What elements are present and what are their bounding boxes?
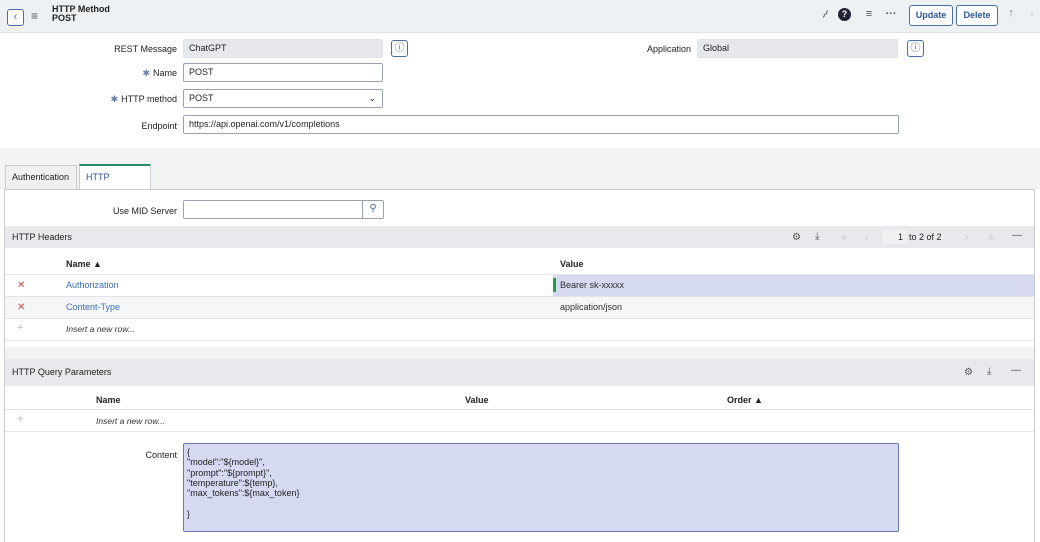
- name-field[interactable]: POST: [183, 63, 383, 82]
- last-page-icon[interactable]: »: [988, 232, 994, 243]
- insert-row-text: Insert a new row...: [66, 324, 135, 334]
- edit-indicator: [553, 278, 556, 292]
- http-headers-title: HTTP Headers: [5, 226, 1034, 248]
- rest-message-field[interactable]: ChatGPT: [183, 39, 383, 58]
- header-value-cell[interactable]: Bearer sk-xxxxx: [553, 275, 1034, 296]
- chevron-left-icon: ‹: [13, 11, 18, 23]
- header-name-link[interactable]: Content-Type: [66, 302, 120, 312]
- content-label: Content: [145, 450, 177, 460]
- back-button[interactable]: ‹: [7, 9, 24, 26]
- application-label: Application: [646, 44, 691, 54]
- delete-row-icon[interactable]: ✕: [17, 302, 25, 313]
- list-settings-icon[interactable]: ⚙: [964, 367, 973, 378]
- download-icon[interactable]: ⤓: [987, 366, 991, 377]
- required-icon: ✱: [110, 94, 119, 104]
- column-header-value[interactable]: Value: [560, 259, 584, 269]
- previous-page-icon[interactable]: ‹: [865, 232, 868, 243]
- endpoint-field[interactable]: https://api.openai.com/v1/completions: [183, 115, 899, 134]
- header-name-link[interactable]: Authorization: [66, 280, 119, 290]
- use-mid-server-field[interactable]: [183, 200, 363, 219]
- search-icon: ⚲: [369, 203, 377, 214]
- collapse-icon[interactable]: —: [1012, 230, 1022, 241]
- download-icon[interactable]: ⤓: [815, 231, 819, 242]
- column-header-name[interactable]: Name: [96, 395, 121, 405]
- use-mid-server-label: Use MID Server: [112, 206, 177, 216]
- arrow-down-icon[interactable]: ↓: [1024, 7, 1040, 19]
- rest-message-info-button[interactable]: ⓘ: [391, 40, 408, 57]
- insert-row-text: Insert a new row...: [96, 416, 165, 426]
- collapse-icon[interactable]: —: [1011, 365, 1021, 376]
- application-field[interactable]: Global: [697, 39, 898, 58]
- http-method-value: POST: [189, 93, 214, 103]
- endpoint-label: Endpoint: [141, 121, 177, 131]
- divider: [5, 340, 1034, 341]
- pagination-text: to 2 of 2: [909, 232, 942, 242]
- column-header-order[interactable]: Order ▲: [727, 395, 763, 405]
- more-options-icon[interactable]: ···: [883, 8, 899, 20]
- insert-row[interactable]: + Insert a new row...: [5, 410, 1034, 431]
- column-header-name[interactable]: Name ▲: [66, 259, 102, 269]
- plus-icon: +: [17, 322, 24, 334]
- delete-row-icon[interactable]: ✕: [17, 280, 25, 291]
- http-method-label: ✱ HTTP method: [110, 94, 177, 104]
- http-query-parameters-title: HTTP Query Parameters: [5, 359, 1034, 386]
- tab-strip: [0, 156, 1040, 189]
- divider: [5, 431, 1034, 432]
- context-menu-icon[interactable]: ≡: [31, 9, 38, 23]
- table-row: ✕ Authorization Bearer sk-xxxxx: [5, 275, 1034, 296]
- update-button[interactable]: Update: [909, 5, 953, 26]
- insert-row[interactable]: + Insert a new row...: [5, 319, 1034, 340]
- header-value: Bearer sk-xxxxx: [560, 280, 625, 290]
- mid-server-lookup-button[interactable]: ⚲: [362, 200, 384, 219]
- next-page-icon[interactable]: ›: [965, 232, 968, 243]
- tab-authentication[interactable]: Authentication: [5, 165, 77, 189]
- column-header-value[interactable]: Value: [465, 395, 489, 405]
- required-icon: ✱: [142, 68, 150, 78]
- section-gap: [5, 347, 1034, 359]
- chevron-down-icon: ⌄: [368, 93, 376, 103]
- section-separator: [0, 148, 1040, 156]
- info-icon: ⓘ: [910, 43, 921, 54]
- http-method-select[interactable]: POST ⌄: [183, 89, 383, 108]
- table-row: ✕ Content-Type application/json: [5, 297, 1034, 318]
- info-icon: ⓘ: [394, 43, 405, 54]
- first-page-icon[interactable]: «: [841, 232, 847, 243]
- name-label: ✱ Name: [142, 68, 177, 78]
- plus-icon: +: [17, 413, 24, 425]
- delete-button[interactable]: Delete: [956, 5, 998, 26]
- tab-http-request[interactable]: HTTP Request: [79, 164, 151, 204]
- application-info-button[interactable]: ⓘ: [907, 40, 924, 57]
- content-textarea[interactable]: { "model":"${model}", "prompt":"${prompt…: [183, 443, 899, 532]
- rest-message-label: REST Message: [114, 44, 177, 54]
- list-settings-icon[interactable]: ⚙: [792, 232, 801, 243]
- header-value[interactable]: application/json: [560, 302, 622, 312]
- form-subtitle: POST: [52, 13, 77, 23]
- page-number-input[interactable]: 1: [882, 230, 906, 244]
- arrow-up-icon[interactable]: ↑: [1003, 7, 1019, 19]
- help-icon[interactable]: ?: [838, 8, 851, 21]
- settings-icon[interactable]: ≡: [861, 8, 877, 20]
